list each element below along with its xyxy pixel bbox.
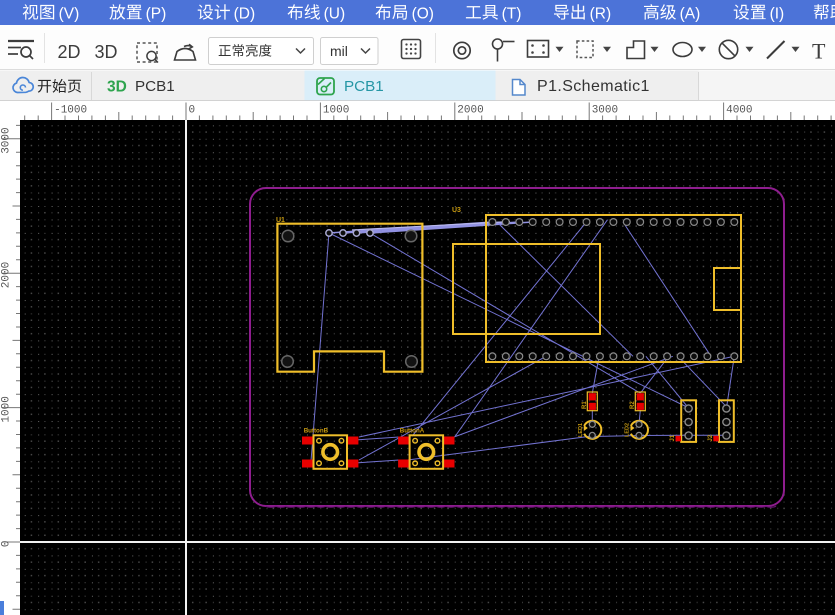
svg-text:-1000: -1000	[54, 105, 87, 117]
svg-text:1000: 1000	[1, 396, 13, 422]
svg-text:(R): (R)	[590, 5, 612, 22]
svg-text:ButtonB: ButtonB	[304, 428, 329, 435]
svg-text:3D: 3D	[95, 42, 118, 62]
svg-text:PCB1: PCB1	[135, 78, 175, 95]
svg-text:2000: 2000	[1, 262, 13, 288]
svg-text:R1: R1	[582, 401, 588, 409]
svg-text:(V): (V)	[59, 5, 80, 22]
svg-text:0: 0	[1, 540, 13, 547]
svg-text:R2: R2	[630, 401, 636, 409]
svg-text:U3: U3	[452, 207, 461, 214]
svg-text:ButtonA: ButtonA	[400, 428, 425, 435]
svg-text:2D: 2D	[58, 42, 81, 62]
svg-text:mil: mil	[330, 43, 348, 59]
svg-text:4000: 4000	[726, 105, 752, 117]
svg-text:(D): (D)	[234, 5, 256, 22]
svg-text:T: T	[812, 39, 826, 64]
svg-text:2000: 2000	[457, 105, 483, 117]
svg-text:3000: 3000	[592, 105, 618, 117]
svg-text:J1: J1	[670, 434, 676, 441]
svg-text:LED2: LED2	[625, 423, 631, 437]
svg-text:(O): (O)	[412, 5, 434, 22]
svg-text:(A): (A)	[680, 5, 701, 22]
svg-text:(U): (U)	[324, 5, 346, 22]
svg-text:P1.Schematic1: P1.Schematic1	[537, 78, 650, 95]
svg-text:U1: U1	[276, 217, 285, 224]
svg-text:1000: 1000	[323, 105, 349, 117]
svg-text:(P): (P)	[146, 5, 167, 22]
svg-text:3000: 3000	[1, 127, 13, 153]
svg-text:J2: J2	[708, 434, 714, 441]
svg-text:(I): (I)	[770, 5, 785, 22]
svg-text:3D: 3D	[107, 79, 127, 96]
svg-text:PCB1: PCB1	[344, 78, 384, 95]
svg-text:(T): (T)	[502, 5, 522, 22]
svg-text:0: 0	[189, 105, 196, 117]
svg-text:LED1: LED1	[578, 423, 584, 437]
